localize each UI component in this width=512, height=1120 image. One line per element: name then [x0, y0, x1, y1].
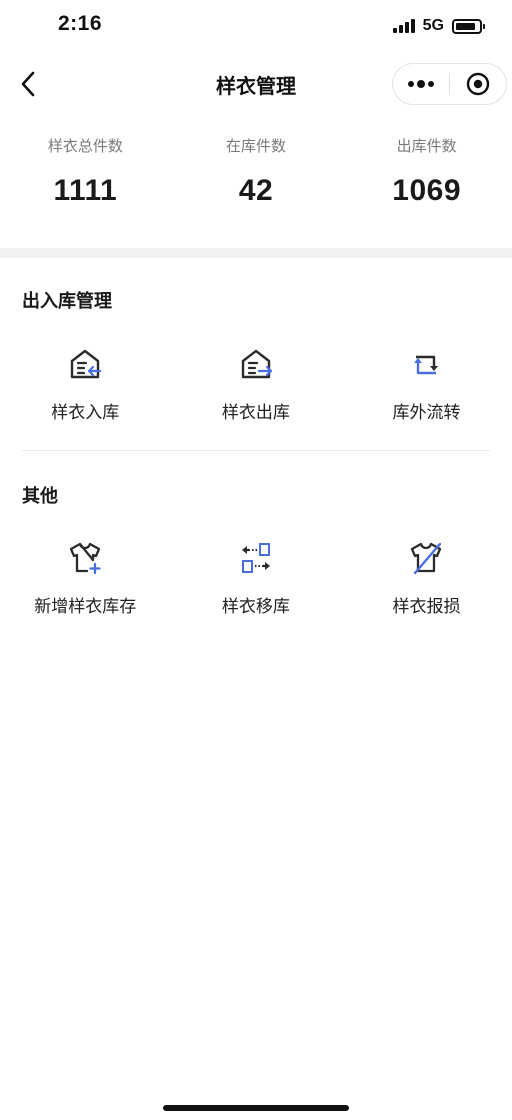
stat-value: 42: [238, 174, 274, 207]
status-time: 2:16: [58, 12, 103, 35]
home-indicator: [163, 1105, 349, 1111]
stock-out-button[interactable]: 样衣出库: [171, 344, 342, 423]
nav-bar: 样衣管理: [0, 58, 512, 110]
shirt-damaged-icon: [406, 538, 446, 578]
battery-icon: [452, 18, 485, 34]
section-separator: [0, 248, 512, 258]
target-circle-icon: [466, 72, 490, 96]
stat-value: 1111: [53, 174, 118, 207]
grid-label: 样衣移库: [221, 597, 290, 617]
mini-program-capsule: [392, 63, 507, 105]
more-button[interactable]: [393, 64, 449, 104]
grid-label: 样衣出库: [221, 403, 290, 423]
stat-label: 在库件数: [226, 137, 287, 155]
section-title-other: 其他: [22, 486, 58, 507]
close-miniprogram-button[interactable]: [450, 64, 506, 104]
warehouse-out-icon: [236, 344, 276, 384]
report-damage-button[interactable]: 样衣报损: [341, 538, 512, 617]
grid-label: 新增样衣库存: [34, 597, 137, 617]
stat-value: 1069: [392, 174, 462, 207]
shirt-add-icon: [65, 538, 105, 578]
section-divider: [22, 450, 490, 451]
stat-label: 样衣总件数: [47, 137, 123, 155]
stat-total: 样衣总件数 1111: [0, 135, 171, 235]
grid-label: 库外流转: [392, 403, 461, 423]
move-stock-icon: [236, 538, 276, 578]
other-grid: 新增样衣库存 样衣移库 样衣报损: [0, 538, 512, 617]
signal-icon: [392, 19, 415, 33]
transfer-loop-icon: [406, 344, 446, 384]
external-transfer-button[interactable]: 库外流转: [341, 344, 512, 423]
grid-label: 样衣入库: [51, 403, 120, 423]
stock-in-button[interactable]: 样衣入库: [0, 344, 171, 423]
stat-label: 出库件数: [396, 137, 457, 155]
stats-summary: 样衣总件数 1111 在库件数 42 出库件数 1069: [0, 135, 512, 235]
stock-io-grid: 样衣入库 样衣出库 库外流转: [0, 344, 512, 423]
battery-fill: [456, 22, 475, 30]
more-dots-icon: [408, 80, 434, 88]
warehouse-in-icon: [65, 344, 105, 384]
network-label: 5G: [422, 17, 444, 34]
status-bar: 2:16 5G: [0, 0, 512, 52]
move-stock-button[interactable]: 样衣移库: [171, 538, 342, 617]
status-indicators: 5G: [392, 16, 485, 36]
stat-out-stock: 出库件数 1069: [341, 135, 512, 235]
grid-label: 样衣报损: [392, 597, 461, 617]
section-title-stock-io: 出入库管理: [22, 291, 112, 312]
add-sample-stock-button[interactable]: 新增样衣库存: [0, 538, 171, 617]
stat-in-stock: 在库件数 42: [171, 135, 342, 235]
